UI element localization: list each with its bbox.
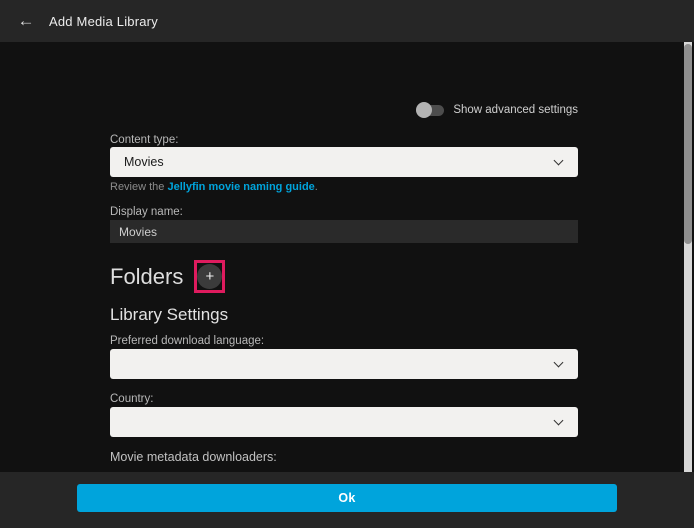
- show-advanced-settings-label: Show advanced settings: [453, 104, 578, 116]
- naming-guide-link[interactable]: Jellyfin movie naming guide: [167, 181, 314, 193]
- preferred-language-label: Preferred download language:: [110, 335, 264, 347]
- back-button[interactable]: ←: [13, 8, 39, 34]
- add-media-library-screen: ← Add Media Library Show advanced settin…: [0, 0, 694, 528]
- toggle-switch-icon[interactable]: [416, 102, 444, 118]
- content-type-label: Content type:: [110, 134, 178, 146]
- content-type-value: Movies: [124, 155, 164, 169]
- content-type-select[interactable]: Movies: [110, 147, 578, 177]
- metadata-downloaders-label: Movie metadata downloaders:: [110, 450, 277, 464]
- country-label: Country:: [110, 393, 153, 405]
- form-scroll-area: Show advanced settings Content type: Mov…: [0, 42, 694, 472]
- naming-guide-suffix: .: [315, 181, 318, 193]
- chevron-down-icon: [554, 358, 564, 368]
- folders-heading: Folders: [110, 264, 183, 290]
- chevron-down-icon: [554, 416, 564, 426]
- display-name-label: Display name:: [110, 206, 183, 218]
- back-arrow-icon: ←: [18, 11, 35, 31]
- vertical-scrollbar[interactable]: [684, 42, 692, 472]
- ok-button[interactable]: Ok: [77, 484, 617, 512]
- footer-bar: Ok: [0, 472, 694, 528]
- add-folder-highlight-box: +: [194, 260, 225, 293]
- add-folder-button[interactable]: +: [197, 264, 222, 289]
- folders-section-header: Folders +: [110, 260, 225, 293]
- app-header: ← Add Media Library: [0, 0, 694, 42]
- preferred-language-select[interactable]: [110, 349, 578, 379]
- plus-icon: +: [205, 268, 214, 285]
- display-name-input[interactable]: [110, 220, 578, 243]
- scrollbar-thumb[interactable]: [684, 44, 692, 244]
- naming-guide-prefix: Review the: [110, 181, 167, 193]
- show-advanced-settings-toggle-row[interactable]: Show advanced settings: [416, 102, 578, 118]
- country-select[interactable]: [110, 407, 578, 437]
- page-title: Add Media Library: [49, 14, 158, 29]
- chevron-down-icon: [554, 156, 564, 166]
- library-settings-heading: Library Settings: [110, 305, 228, 325]
- naming-guide-helper: Review the Jellyfin movie naming guide.: [110, 181, 318, 193]
